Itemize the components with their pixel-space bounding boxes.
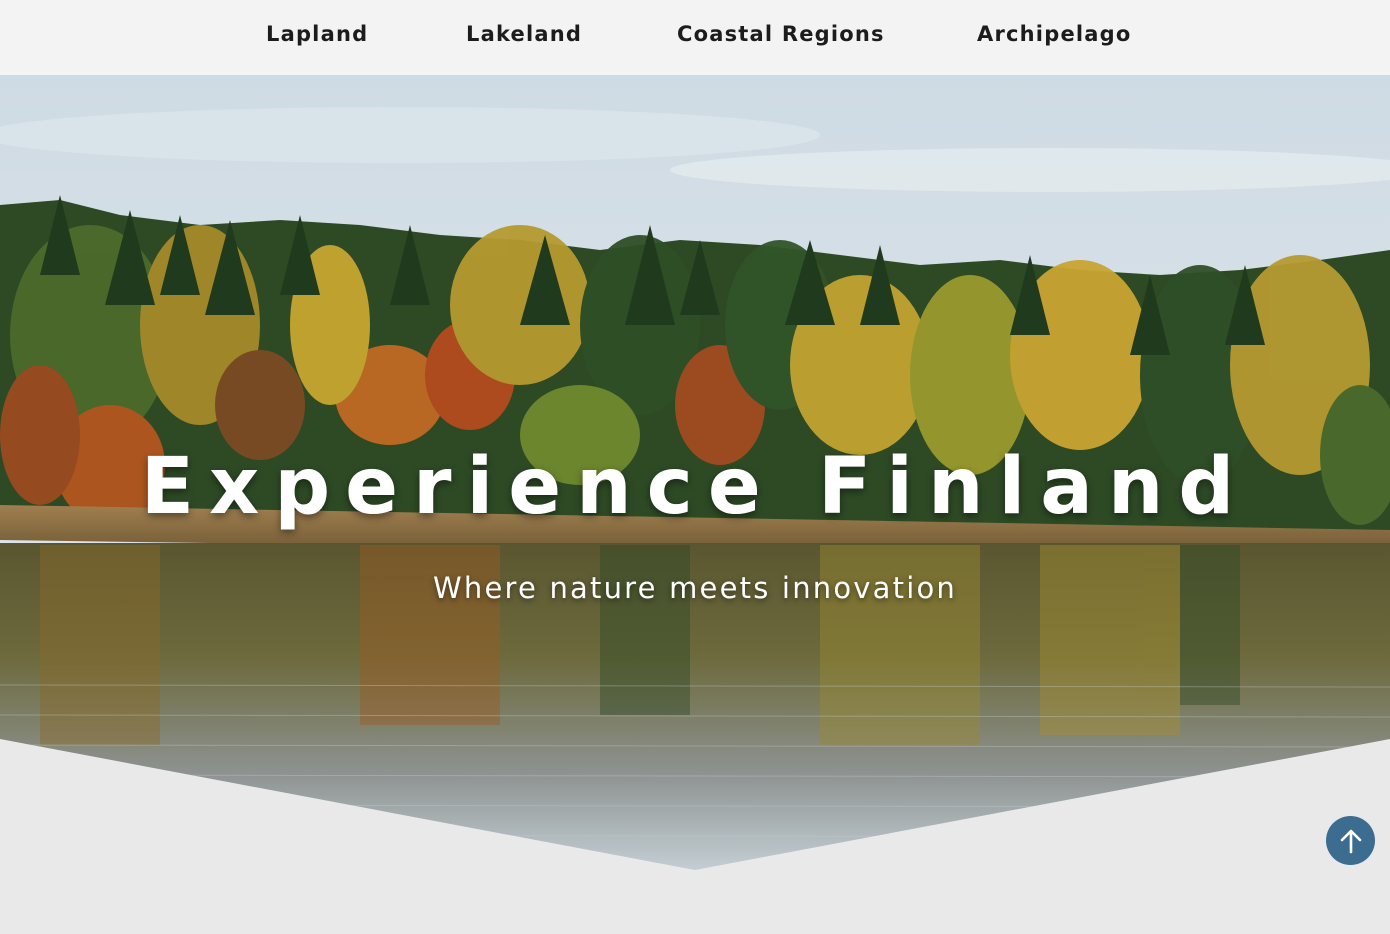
nav-item-coastal-regions[interactable]: Coastal Regions xyxy=(677,22,885,46)
nav-item-archipelago[interactable]: Archipelago xyxy=(977,22,1132,46)
nav-item-lapland[interactable]: Lapland xyxy=(266,22,368,46)
top-navigation: Lapland Lakeland Coastal Regions Archipe… xyxy=(0,0,1390,75)
hero-subtitle: Where nature meets innovation xyxy=(433,571,957,605)
nav-item-lakeland[interactable]: Lakeland xyxy=(466,22,582,46)
arrow-up-icon xyxy=(1340,829,1361,853)
hero-title: Experience Finland xyxy=(140,442,1250,532)
back-to-top-button[interactable] xyxy=(1326,816,1375,865)
hero-section: Experience Finland Where nature meets in… xyxy=(0,75,1390,870)
